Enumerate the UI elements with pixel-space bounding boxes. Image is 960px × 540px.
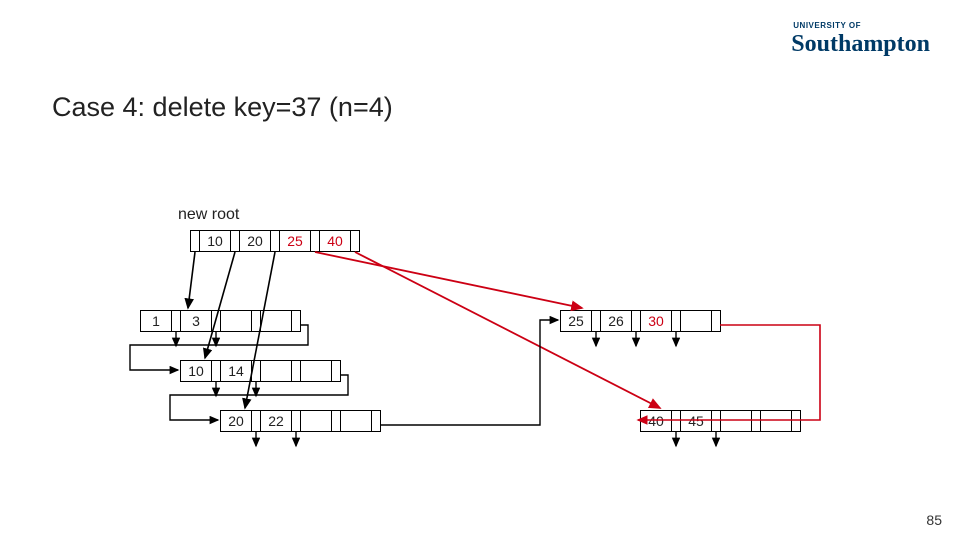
- leaf-b-ptr-3: [332, 361, 340, 381]
- leaf-e-ptr-3: [792, 411, 800, 431]
- university-logo: UNIVERSITY OF Southampton: [791, 22, 930, 56]
- leaf-e-key-1: 45: [681, 411, 712, 431]
- leaf-b-ptr-2: [292, 361, 301, 381]
- leaf-b-key-1: 14: [221, 361, 252, 381]
- leaf-b-ptr-1: [252, 361, 261, 381]
- leaf-a-ptr-2: [252, 311, 261, 331]
- logo-name-text: Southampton: [791, 31, 930, 57]
- leaf-c-key-0: 20: [221, 411, 252, 431]
- root-key-3: 40: [320, 231, 351, 251]
- leaf-e-key-3: [761, 411, 792, 431]
- root-ptr-2: [271, 231, 280, 251]
- leaf-c-node: 20 22: [220, 410, 381, 432]
- leafchain-c-to-d: [380, 320, 558, 425]
- leaf-a-node: 1 3: [140, 310, 301, 332]
- leaf-e-ptr-2: [752, 411, 761, 431]
- root-key-0: 10: [200, 231, 231, 251]
- root-ptr-0: [191, 231, 200, 251]
- leaf-a-key-2: [221, 311, 252, 331]
- page-number: 85: [926, 512, 942, 528]
- root-ptr-4: [351, 231, 359, 251]
- leaf-a-key-0: 1: [141, 311, 172, 331]
- leaf-e-ptr-0: [672, 411, 681, 431]
- leaf-d-ptr-3: [712, 311, 720, 331]
- leaf-b-key-2: [261, 361, 292, 381]
- leaf-d-node: 25 26 30: [560, 310, 721, 332]
- root-key-1: 20: [240, 231, 271, 251]
- root-key-2: 25: [280, 231, 311, 251]
- leaf-d-ptr-0: [592, 311, 601, 331]
- arrows-layer: [0, 0, 960, 540]
- leaf-a-ptr-0: [172, 311, 181, 331]
- leaf-c-key-3: [341, 411, 372, 431]
- leaf-e-key-2: [721, 411, 752, 431]
- leaf-d-ptr-2: [672, 311, 681, 331]
- leaf-c-ptr-2: [332, 411, 341, 431]
- leaf-d-key-2: 30: [641, 311, 672, 331]
- leaf-c-ptr-1: [292, 411, 301, 431]
- leafchain-d-to-e: [638, 325, 820, 420]
- leaf-e-node: 40 45: [640, 410, 801, 432]
- new-root-label: new root: [178, 206, 239, 224]
- leaf-c-key-1: 22: [261, 411, 292, 431]
- edge-root-to-leaf-d: [315, 252, 582, 308]
- edge-root-to-leaf-a: [188, 252, 195, 308]
- leaf-d-ptr-1: [632, 311, 641, 331]
- leaf-d-key-0: 25: [561, 311, 592, 331]
- leaf-c-ptr-3: [372, 411, 380, 431]
- page-title: Case 4: delete key=37 (n=4): [52, 92, 393, 123]
- leaf-a-key-3: [261, 311, 292, 331]
- leaf-e-key-0: 40: [641, 411, 672, 431]
- edge-root-to-leaf-b: [205, 252, 235, 358]
- root-ptr-1: [231, 231, 240, 251]
- leaf-b-node: 10 14: [180, 360, 341, 382]
- leaf-b-key-3: [301, 361, 332, 381]
- root-node: 10 20 25 40: [190, 230, 360, 252]
- leaf-a-ptr-3: [292, 311, 300, 331]
- leaf-c-ptr-0: [252, 411, 261, 431]
- leaf-b-ptr-0: [212, 361, 221, 381]
- logo-prefix-text: UNIVERSITY OF: [791, 22, 930, 30]
- leaf-d-key-1: 26: [601, 311, 632, 331]
- leaf-e-ptr-1: [712, 411, 721, 431]
- root-ptr-3: [311, 231, 320, 251]
- leaf-a-ptr-1: [212, 311, 221, 331]
- leaf-b-key-0: 10: [181, 361, 212, 381]
- leaf-d-key-3: [681, 311, 712, 331]
- leaf-a-key-1: 3: [181, 311, 212, 331]
- leaf-c-key-2: [301, 411, 332, 431]
